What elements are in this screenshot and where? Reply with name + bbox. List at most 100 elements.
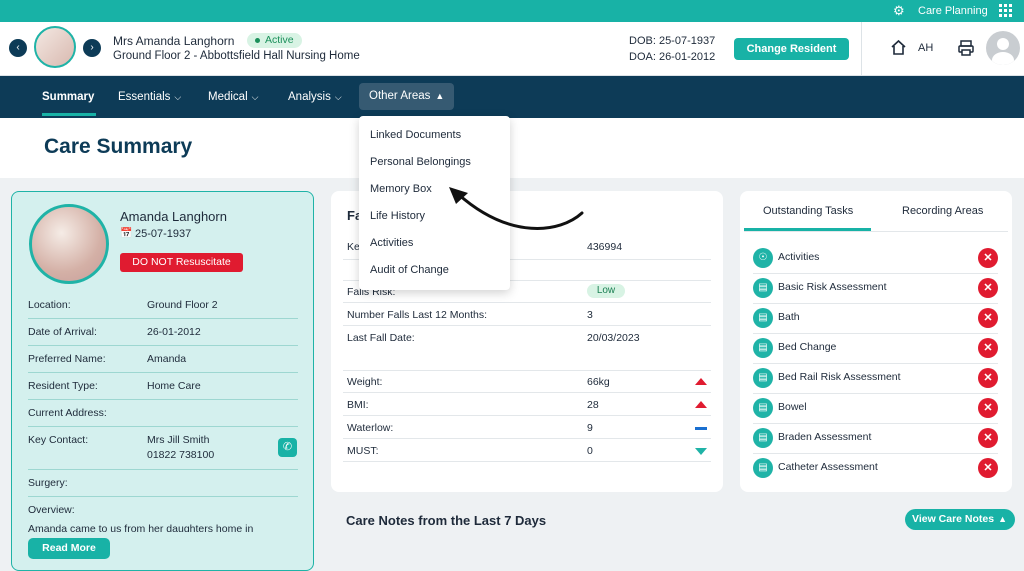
menu-item-audit-of-change[interactable]: Audit of Change (370, 264, 449, 276)
resident-avatar (34, 26, 76, 68)
gear-icon[interactable]: ⚙ (893, 3, 905, 19)
read-more-button[interactable]: Read More (28, 538, 110, 559)
tab-recording-areas[interactable]: Recording Areas (902, 205, 983, 217)
print-icon[interactable] (957, 39, 975, 57)
falls-risk-badge: Low (587, 284, 625, 298)
close-icon[interactable]: ✕ (978, 368, 998, 388)
tab-other-areas-label: Other Areas (369, 90, 431, 102)
task-item[interactable]: ▤ Bed Rail Risk Assessment ✕ (753, 366, 998, 390)
close-icon[interactable]: ✕ (978, 428, 998, 448)
phone-call-button[interactable]: ✆ (278, 438, 297, 457)
title-bar: Care Summary (0, 118, 1024, 178)
tab-summary-label: Summary (42, 91, 95, 103)
document-icon: ▤ (753, 278, 773, 298)
task-item[interactable]: ▤ Catheter Assessment ✕ (753, 456, 998, 480)
arrival-label: Date of Arrival: (28, 326, 97, 338)
main-nav: Summary Essentials ⌵ Medical ⌵ Analysis ⌵ O… (0, 76, 1024, 118)
page-title: Care Summary (44, 135, 193, 158)
task-item[interactable]: ☉ Activities ✕ (753, 246, 998, 270)
divider (343, 461, 711, 462)
status-text: Active (265, 34, 294, 46)
tab-summary-underline (42, 113, 96, 116)
home-icon[interactable] (890, 39, 907, 56)
care-notes-title: Care Notes from the Last 7 Days (346, 513, 547, 528)
must-value: 0 (587, 445, 593, 457)
task-item[interactable]: ▤ Braden Assessment ✕ (753, 426, 998, 450)
close-icon[interactable]: ✕ (978, 398, 998, 418)
document-icon: ▤ (753, 368, 773, 388)
status-dot (255, 38, 260, 43)
task-item[interactable]: ▤ Bowel ✕ (753, 396, 998, 420)
tab-medical[interactable]: Medical ⌵ (208, 76, 258, 118)
divider (28, 426, 298, 427)
tab-essentials[interactable]: Essentials ⌵ (118, 76, 181, 118)
dnr-badge: DO NOT Resuscitate (120, 253, 243, 272)
divider (28, 469, 298, 470)
preferred-name-label: Preferred Name: (28, 353, 106, 365)
falls-count-label: Number Falls Last 12 Months: (347, 309, 488, 321)
prev-resident-button[interactable]: ‹ (9, 39, 27, 57)
surgery-label: Surgery: (28, 477, 68, 489)
trend-flat-icon (695, 427, 707, 430)
tab-other-areas[interactable]: Other Areas ▲ (359, 83, 455, 110)
view-care-notes-button[interactable]: View Care Notes ▲ (905, 509, 1015, 530)
task-item[interactable]: ▤ Bed Change ✕ (753, 336, 998, 360)
task-item[interactable]: ▤ Bath ✕ (753, 306, 998, 330)
divider (28, 318, 298, 319)
app-label[interactable]: Care Planning (918, 5, 988, 17)
last-fall-label: Last Fall Date: (347, 332, 415, 344)
key-contact-phone: 01822 738100 (147, 449, 215, 461)
close-icon[interactable]: ✕ (978, 248, 998, 268)
chevron-down-icon: ⌵ (174, 92, 182, 102)
falls-count-value: 3 (587, 309, 593, 321)
task-item[interactable]: ▤ Basic Risk Assessment ✕ (753, 276, 998, 300)
chevron-down-icon: ⌵ (334, 92, 342, 102)
bmi-value: 28 (587, 399, 599, 411)
calendar-icon: 📅 (120, 228, 133, 239)
must-label: MUST: (347, 445, 379, 457)
trend-up-icon (695, 401, 707, 408)
divider (343, 438, 711, 439)
menu-item-memory-box[interactable]: Memory Box (370, 183, 432, 195)
menu-item-linked-documents[interactable]: Linked Documents (370, 129, 461, 141)
close-icon[interactable]: ✕ (978, 458, 998, 478)
divider (753, 333, 998, 334)
location-label: Location: (28, 299, 71, 311)
document-icon: ▤ (753, 458, 773, 478)
task-label: Catheter Assessment (778, 461, 878, 473)
profile-card: Amanda Langhorn 📅 25-07-1937 DO NOT Resu… (11, 191, 314, 571)
close-icon[interactable]: ✕ (978, 338, 998, 358)
user-initials[interactable]: AH (918, 42, 933, 54)
divider (343, 302, 711, 303)
menu-item-life-history[interactable]: Life History (370, 210, 425, 222)
next-resident-button[interactable]: › (83, 39, 101, 57)
dob-text: DOB: 25-07-1937 (629, 35, 716, 47)
close-icon[interactable]: ✕ (978, 308, 998, 328)
tab-outstanding-tasks[interactable]: Outstanding Tasks (763, 205, 853, 217)
menu-item-activities[interactable]: Activities (370, 237, 413, 249)
menu-item-personal-belongings[interactable]: Personal Belongings (370, 156, 471, 168)
bmi-label: BMI: (347, 399, 369, 411)
change-resident-button[interactable]: Change Resident (734, 38, 849, 60)
activities-icon: ☉ (753, 248, 773, 268)
apps-grid-icon[interactable] (999, 4, 1012, 17)
key-contact-label: Key Contact: (28, 434, 89, 446)
divider (28, 345, 298, 346)
user-avatar[interactable] (986, 31, 1020, 65)
header-divider (861, 22, 862, 75)
tabs-divider (744, 231, 1008, 232)
task-label: Bowel (778, 401, 807, 413)
chevron-up-icon: ▲ (435, 91, 445, 101)
divider (753, 273, 998, 274)
close-icon[interactable]: ✕ (978, 278, 998, 298)
waterlow-value: 9 (587, 422, 593, 434)
divider (28, 496, 298, 497)
task-label: Bed Change (778, 341, 837, 353)
document-icon: ▤ (753, 428, 773, 448)
doa-text: DOA: 26-01-2012 (629, 51, 716, 63)
tab-analysis[interactable]: Analysis ⌵ (288, 76, 342, 118)
tab-summary[interactable]: Summary (42, 76, 94, 118)
task-label: Braden Assessment (778, 431, 872, 443)
resident-type-value: Home Care (147, 380, 201, 392)
last-fall-value: 20/03/2023 (587, 332, 640, 344)
